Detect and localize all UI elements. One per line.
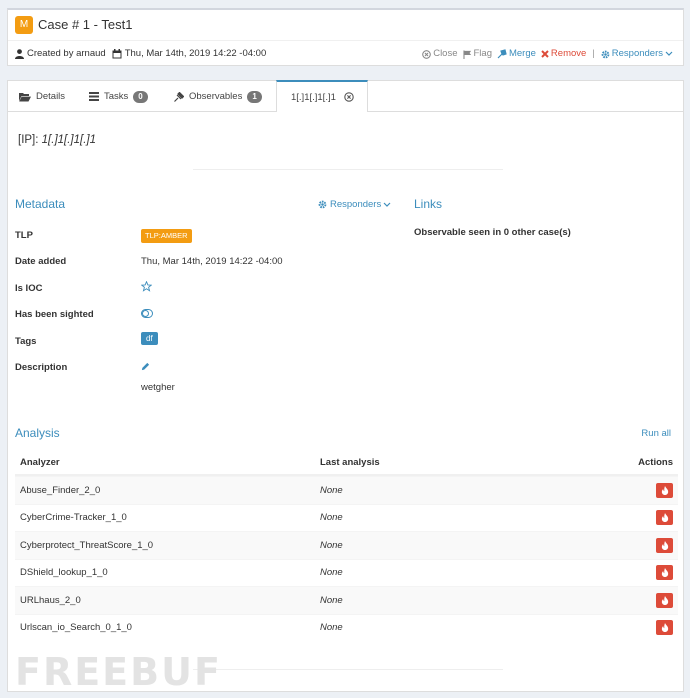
fire-icon [661, 513, 668, 523]
tlp-badge[interactable]: TLP:AMBER [141, 229, 192, 243]
divider [193, 669, 503, 670]
created-by: Created by arnaud [27, 48, 106, 59]
last-analysis-column-header: Last analysis [320, 456, 380, 468]
metadata-title: Metadata [15, 197, 66, 211]
run-analyzer-button[interactable] [656, 482, 673, 498]
toggle-off-icon[interactable] [141, 309, 153, 318]
star-icon[interactable] [141, 281, 152, 292]
actions-column-header: Actions [638, 456, 673, 468]
last-analysis-value: None [320, 539, 343, 551]
last-analysis-value: None [320, 512, 343, 524]
description-value: wetgher [141, 382, 175, 393]
run-analyzer-button[interactable] [656, 537, 673, 553]
observable-panel: Details Tasks 0 Observables 1 1[.]1[.]1[… [7, 80, 684, 692]
remove-icon [541, 50, 549, 58]
observable-title: [IP]: 1[.]1[.]1[.]1 [18, 134, 96, 146]
merge-icon [497, 49, 507, 59]
case-tabs: Details Tasks 0 Observables 1 1[.]1[.]1[… [8, 80, 683, 112]
analysis-table: Analyzer Last analysis Actions Abuse_Fin… [15, 450, 678, 641]
analysis-title: Analysis [15, 426, 60, 440]
description-label: Description [15, 362, 68, 373]
case-severity-badge: M [15, 16, 33, 34]
links-text: Observable seen in 0 other case(s) [414, 227, 571, 238]
last-analysis-value: None [320, 567, 343, 579]
observable-value: 1[.]1[.]1[.]1 [41, 134, 96, 146]
fire-icon [661, 595, 668, 605]
run-all-link[interactable]: Run all [641, 428, 671, 439]
table-row: Urlscan_io_Search_0_1_0 None [15, 613, 678, 642]
pushpin-icon [174, 91, 184, 102]
case-title: Case # 1 - Test1 [38, 17, 133, 32]
remove-button[interactable]: Remove [541, 48, 586, 60]
date-added-value: Thu, Mar 14th, 2019 14:22 -04:00 [141, 256, 283, 267]
case-meta: Created by arnaud Thu, Mar 14th, 2019 14… [15, 48, 266, 60]
tab-observable-detail[interactable]: 1[.]1[.]1[.]1 [276, 80, 368, 112]
run-analyzer-button[interactable] [656, 592, 673, 608]
metadata-responders-button[interactable]: Responders [318, 199, 394, 210]
gear-icon [601, 50, 610, 58]
sighted-label: Has been sighted [15, 309, 94, 320]
case-actions: Close Flag Merge Remove | Responders [417, 48, 675, 60]
close-button[interactable]: Close [422, 48, 458, 60]
divider [193, 169, 503, 170]
table-header: Analyzer Last analysis Actions [15, 450, 678, 476]
header-divider [8, 40, 683, 41]
calendar-icon [112, 49, 122, 59]
chevron-down-icon [665, 51, 673, 56]
fire-icon [661, 568, 668, 578]
fire-icon [661, 623, 668, 633]
is-ioc-label: Is IOC [15, 283, 43, 294]
links-title: Links [414, 197, 443, 211]
close-tab-icon[interactable] [344, 92, 354, 102]
tab-observables[interactable]: Observables 1 [163, 81, 275, 112]
flag-icon [462, 49, 471, 59]
gear-icon [318, 200, 327, 209]
analyzer-column-header: Analyzer [20, 456, 60, 468]
date-added-label: Date added [15, 256, 67, 267]
tag-badge[interactable]: df [141, 332, 158, 345]
analyzer-name: Urlscan_io_Search_0_1_0 [20, 622, 132, 634]
folder-open-icon [19, 92, 31, 101]
analyzer-name: URLhaus_2_0 [20, 594, 81, 606]
user-icon [15, 49, 24, 59]
tasks-count-badge: 0 [133, 90, 148, 103]
responders-button[interactable]: Responders [601, 48, 675, 60]
analyzer-name: CyberCrime-Tracker_1_0 [20, 512, 127, 524]
tasks-icon [89, 92, 99, 101]
analyzer-name: Cyberprotect_ThreatScore_1_0 [20, 539, 154, 551]
run-analyzer-button[interactable] [656, 510, 673, 526]
tab-details[interactable]: Details [8, 81, 82, 112]
table-row: Abuse_Finder_2_0 None [15, 476, 678, 504]
run-analyzer-button[interactable] [656, 565, 673, 581]
tags-label: Tags [15, 336, 37, 347]
tlp-label: TLP [15, 230, 33, 241]
table-row: URLhaus_2_0 None [15, 586, 678, 614]
case-date: Thu, Mar 14th, 2019 14:22 -04:00 [124, 48, 267, 59]
tab-tasks[interactable]: Tasks 0 [78, 81, 162, 112]
fire-icon [661, 540, 668, 550]
table-body: Abuse_Finder_2_0 None CyberCrime-Tracker_1… [15, 476, 678, 641]
table-row: CyberCrime-Tracker_1_0 None [15, 503, 678, 532]
fire-icon [661, 485, 668, 495]
run-analyzer-button[interactable] [656, 620, 673, 636]
table-row: Cyberprotect_ThreatScore_1_0 None [15, 531, 678, 559]
analyzer-name: Abuse_Finder_2_0 [20, 484, 101, 496]
close-circle-icon [422, 49, 432, 59]
case-header: M Case # 1 - Test1 Created by arnaud Thu… [7, 8, 684, 66]
observables-count-badge: 1 [247, 90, 262, 103]
watermark: FREEBUF [15, 650, 222, 694]
pencil-icon[interactable] [141, 362, 150, 371]
merge-button[interactable]: Merge [497, 48, 536, 60]
flag-button[interactable]: Flag [462, 48, 492, 60]
analyzer-name: DShield_lookup_1_0 [20, 567, 108, 579]
actions-separator: | [592, 48, 595, 59]
table-row: DShield_lookup_1_0 None [15, 558, 678, 587]
last-analysis-value: None [320, 484, 343, 496]
last-analysis-value: None [320, 594, 343, 606]
last-analysis-value: None [320, 622, 343, 634]
chevron-down-icon [383, 202, 391, 207]
